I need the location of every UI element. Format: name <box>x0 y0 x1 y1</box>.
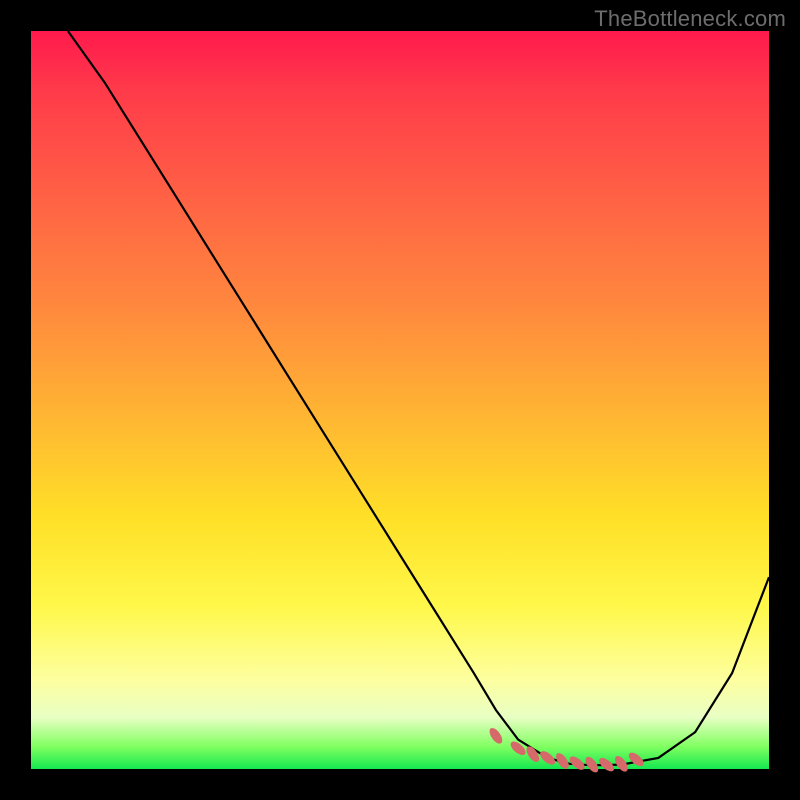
plot-area <box>31 31 769 769</box>
bottleneck-curve-line <box>68 31 769 765</box>
chart-frame: TheBottleneck.com <box>0 0 800 800</box>
optimal-marker <box>487 726 505 746</box>
watermark-text: TheBottleneck.com <box>594 6 786 32</box>
optimal-range-markers <box>487 726 646 775</box>
chart-svg <box>31 31 769 769</box>
optimal-marker <box>524 744 542 764</box>
optimal-marker <box>538 749 558 767</box>
optimal-marker <box>626 750 646 768</box>
optimal-marker <box>508 739 528 757</box>
